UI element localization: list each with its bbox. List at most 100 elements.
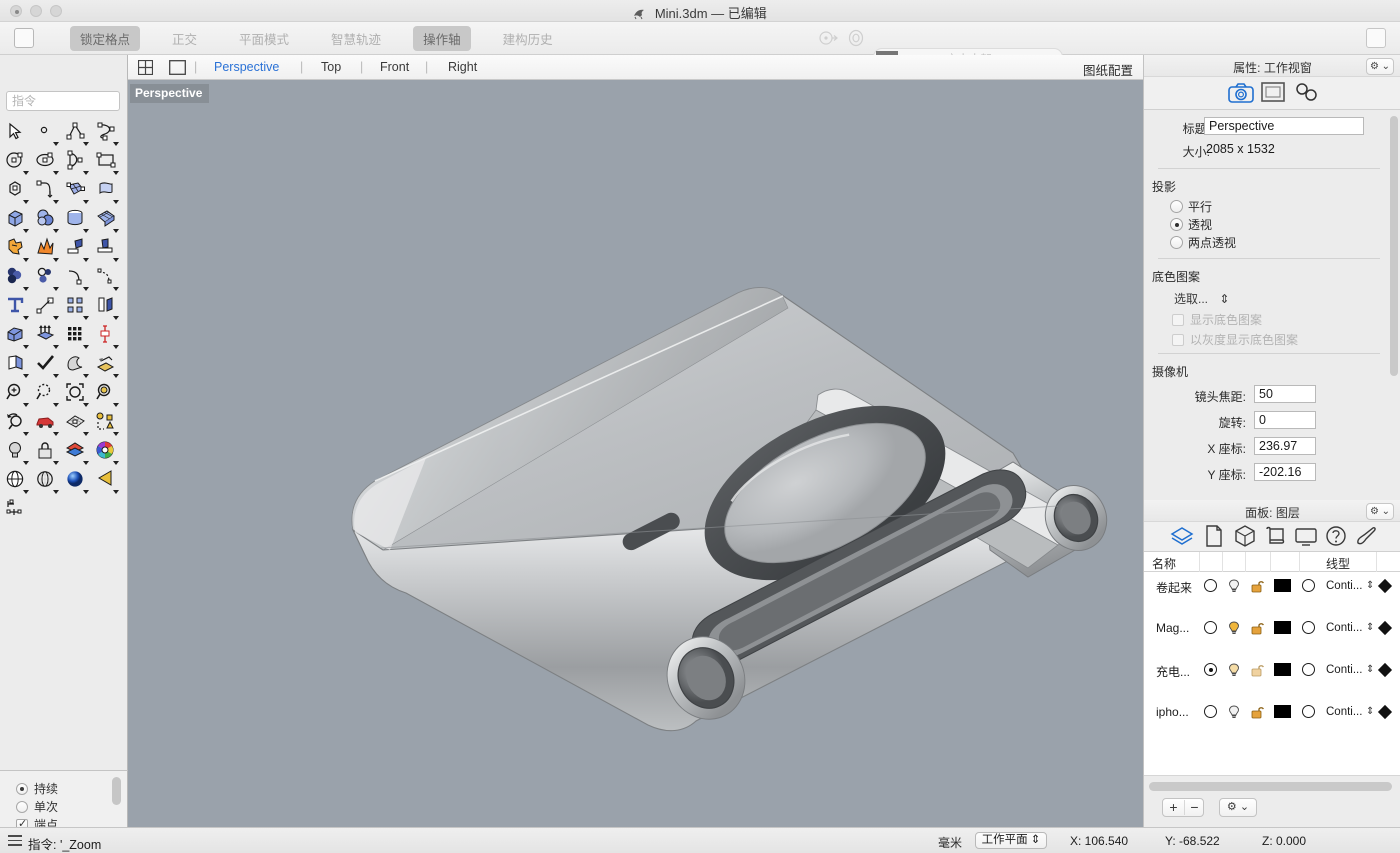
split-icon[interactable] (62, 235, 92, 264)
wallpaper-select-dropdown[interactable]: 选取... ⇕ (1174, 290, 1229, 307)
fillet-dot-icon[interactable] (92, 264, 122, 293)
tab-perspective[interactable]: Perspective (214, 60, 279, 74)
lightbulb-icon[interactable] (1227, 663, 1241, 680)
extrude-icon[interactable] (2, 322, 32, 351)
layer-color-swatch[interactable] (1274, 579, 1291, 592)
layer-current-radio[interactable] (1204, 663, 1217, 676)
zoom-window-icon[interactable] (32, 380, 62, 409)
target-icon[interactable] (846, 28, 866, 51)
zoom-in-icon[interactable] (2, 380, 32, 409)
polyline-icon[interactable] (62, 119, 92, 148)
array-icon[interactable] (62, 293, 92, 322)
boolean-union-icon[interactable] (2, 235, 32, 264)
osnap-persistent-option[interactable]: 持续 (16, 780, 58, 797)
projection-perspective-option[interactable]: 透视 (1170, 216, 1212, 233)
viewport-title-input[interactable]: Perspective (1204, 117, 1364, 135)
camera-icon[interactable] (1228, 81, 1254, 108)
arc-icon[interactable] (62, 148, 92, 177)
cylinder-icon[interactable] (62, 206, 92, 235)
brush-icon[interactable] (1355, 525, 1377, 550)
chevron-updown-icon[interactable]: ⇕ (1366, 706, 1374, 717)
table-row[interactable]: ipho... Conti... ⇕ (1144, 703, 1400, 720)
circle-icon[interactable] (2, 148, 32, 177)
lightbulb-icon[interactable] (1227, 621, 1241, 638)
table-row[interactable]: Mag... Conti... ⇕ (1144, 619, 1400, 636)
chevron-updown-icon[interactable]: ⇕ (1366, 580, 1374, 591)
layer-color-swatch[interactable] (1274, 663, 1291, 676)
viewport-icon[interactable] (1261, 81, 1285, 106)
color-wheel-icon[interactable] (92, 438, 122, 467)
render-sphere-icon[interactable] (62, 467, 92, 496)
perspective-viewport[interactable]: Perspective (128, 80, 1143, 827)
polygon-icon[interactable] (2, 177, 32, 206)
radio-once[interactable] (16, 801, 28, 813)
single-view-icon[interactable] (169, 60, 186, 78)
osnap-scrollbar[interactable] (112, 777, 121, 805)
mesh-icon[interactable] (92, 351, 122, 380)
padlock-icon[interactable] (1250, 663, 1264, 680)
toggle-history[interactable]: 建构历史 (493, 26, 563, 51)
offset-surface-icon[interactable] (92, 293, 122, 322)
rectangle-icon[interactable] (92, 148, 122, 177)
ellipse-icon[interactable] (32, 148, 62, 177)
osnap-once-option[interactable]: 单次 (16, 798, 58, 815)
four-view-icon[interactable] (138, 60, 153, 78)
layers-options-button[interactable]: ⚙ ⌄ (1219, 798, 1257, 817)
layer-linetype[interactable]: Conti... (1326, 664, 1362, 676)
right-panel-toggle-button[interactable] (1366, 28, 1386, 48)
layer-print-width[interactable] (1378, 579, 1392, 593)
layer-current-radio[interactable] (1204, 621, 1217, 634)
cplane-icon[interactable] (62, 409, 92, 438)
fillet-curve-icon[interactable] (62, 264, 92, 293)
layer-color-swatch[interactable] (1274, 621, 1291, 634)
spotlight-icon[interactable] (92, 467, 122, 496)
table-row[interactable]: 卷起来 Conti... ⇕ (1144, 577, 1400, 594)
zoom-selected-icon[interactable] (92, 380, 122, 409)
point-icon[interactable] (32, 119, 62, 148)
add-layer-button[interactable]: + (1163, 799, 1184, 816)
check-icon[interactable] (32, 351, 62, 380)
vehicle-view-icon[interactable] (32, 409, 62, 438)
help-icon[interactable] (1325, 525, 1347, 550)
link-icon[interactable] (1294, 81, 1320, 106)
light-icon[interactable] (2, 438, 32, 467)
radio-parallel[interactable] (1170, 200, 1183, 213)
layer-print-width[interactable] (1378, 663, 1392, 677)
osnap-endpoint-option[interactable]: 端点 (16, 816, 58, 827)
point-object-icon[interactable] (92, 409, 122, 438)
layer-material-circle[interactable] (1302, 705, 1315, 718)
sphere-icon[interactable] (32, 206, 62, 235)
command-input[interactable] (6, 91, 120, 111)
remove-layer-button[interactable]: − (1184, 799, 1205, 816)
radio-persistent[interactable] (16, 783, 28, 795)
properties-scrollbar[interactable] (1390, 116, 1398, 376)
tab-front[interactable]: Front (380, 60, 409, 74)
tab-right[interactable]: Right (448, 60, 477, 74)
layer-material-circle[interactable] (1302, 663, 1315, 676)
object-box-icon[interactable] (1234, 525, 1256, 550)
layers-horizontal-scrollbar[interactable] (1149, 782, 1392, 791)
lightbulb-icon[interactable] (1227, 579, 1241, 596)
layout-label[interactable]: 图纸配置 (1083, 60, 1133, 79)
table-row[interactable]: 充电... Conti... ⇕ (1144, 661, 1400, 678)
toggle-grid-snap[interactable]: 锁定格点 (70, 26, 140, 51)
layer-current-radio[interactable] (1204, 705, 1217, 718)
extrude-up-icon[interactable] (32, 322, 62, 351)
surface-grid-icon[interactable] (92, 206, 122, 235)
ghost-sphere-icon[interactable] (32, 467, 62, 496)
shade-sphere-icon[interactable] (2, 467, 32, 496)
layer-current-radio[interactable] (1204, 579, 1217, 592)
layers-gear-button[interactable]: ⚙ ⌄ (1366, 503, 1394, 520)
rotation-input[interactable]: 0 (1254, 411, 1316, 429)
padlock-icon[interactable] (1250, 705, 1264, 722)
select-arrow-icon[interactable] (2, 119, 32, 148)
lightbulb-icon[interactable] (1227, 705, 1241, 722)
lock-icon[interactable] (32, 438, 62, 467)
circle-group-icon[interactable] (32, 264, 62, 293)
layer-material-circle[interactable] (1302, 579, 1315, 592)
layer-linetype[interactable]: Conti... (1326, 580, 1362, 592)
toggle-ortho[interactable]: 正交 (162, 26, 207, 51)
zoom-extents-icon[interactable] (62, 380, 92, 409)
surface-patch-icon[interactable] (62, 177, 92, 206)
lens-length-input[interactable]: 50 (1254, 385, 1316, 403)
